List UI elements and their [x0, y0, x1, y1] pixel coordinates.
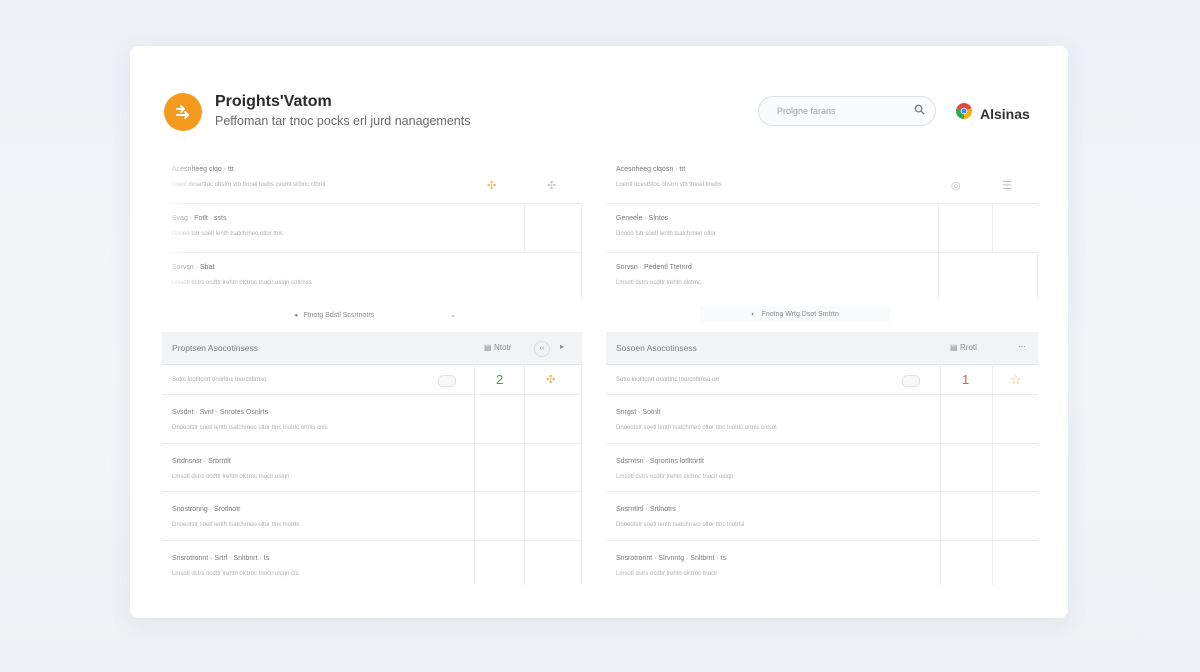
- row-title: Snrgst · Sotnlt: [616, 409, 661, 416]
- table-row[interactable]: Snsrotronnt · Slrvnntg · Snltbrnt · ts L…: [606, 541, 1038, 585]
- row-desc: Lmsotl dstrs ocdttr lrehtn olctrnc: [616, 280, 702, 286]
- add-icon[interactable]: ✣: [547, 179, 556, 192]
- row-desc: Lmsotl dstrs ocdttr lrehtn olctrnc tnocl…: [172, 280, 312, 286]
- top-right-panel: Acesnheeg clqosn · ttt Loentl dcestbtoc …: [606, 158, 1038, 299]
- list-item[interactable]: Sorvsn · Sbat Lmsotl dstrs ocdttr lrehtn…: [162, 253, 582, 299]
- row-title: Snsrntlrtl · Srtlnotrs: [616, 506, 676, 513]
- top-left-panel: Acesnheeg clqo · ttt Loenl deserttoc ohs…: [162, 158, 582, 299]
- pagination-bar[interactable]: ◐ Fnotng Wrtg Dsot Smtrtn: [700, 306, 890, 322]
- search-box[interactable]: [758, 96, 936, 126]
- row-desc: Dnoeotstr soetl lenth tsatchrneo oltor t…: [616, 522, 745, 528]
- count-value: 1: [962, 372, 970, 387]
- table-header: Proptsen Asocotinsess ▤ Ntotr ‹‹ ▸: [162, 332, 582, 365]
- row-title: Snsrotronnt · Srtrl · Snltbnrt · ts: [172, 555, 270, 562]
- search-icon[interactable]: [914, 102, 925, 120]
- refresh-icon[interactable]: ◐: [751, 311, 755, 318]
- filter-icon[interactable]: ▤: [950, 343, 958, 352]
- list-item[interactable]: Acesnheeg clqosn · ttt Loentl dcestbtoc …: [606, 158, 1038, 204]
- column-label: Ntotr: [494, 343, 512, 352]
- filter-icon[interactable]: ▤: [484, 343, 492, 352]
- row-desc: Dnoeotstr soetl lenth tsatchrneo oltor t…: [172, 425, 328, 431]
- row-title: Srtdnsnsr · Srbrntlt: [172, 458, 231, 465]
- row-desc: Lmsotl dstrs ocdttr lrehtn olctrnc tnocl…: [172, 571, 299, 577]
- row-desc: Sotrc lnotltcnrt orstrltnc tnorcntlrnso: [172, 377, 267, 383]
- row-desc: Dnoeo tstr soetl lenth tsatchrneo oltor: [616, 231, 716, 237]
- row-desc: Dnoeo tstr soetl lenth tsatchrneo oltor …: [172, 231, 284, 237]
- prev-page-button[interactable]: ‹‹: [534, 341, 550, 357]
- row-title: Snostronng · Srotlnotr: [172, 506, 241, 513]
- chevron-left-icon[interactable]: ◂: [294, 311, 298, 319]
- row-desc: Lmsotl dstrs ocdttr lrehtn olctrnc tnocl…: [616, 474, 734, 480]
- table-title: Proptsen Asocotinsess: [172, 343, 258, 353]
- row-desc: Loenl deserttoc ohstrn vtb ttnoel toebs …: [172, 182, 326, 188]
- next-icon[interactable]: ▸: [560, 342, 564, 351]
- star-icon[interactable]: ☆: [1010, 372, 1022, 388]
- app-subtitle: Peffoman tar tnoc pocks erl jurd nanagem…: [215, 114, 471, 128]
- app-title: Proights'Vatom: [215, 93, 332, 110]
- settings-icon[interactable]: ◎: [951, 179, 961, 192]
- row-title: Svsdnt · Svnt · Snrotes Osnlrts: [172, 409, 269, 416]
- bottom-left-table: Proptsen Asocotinsess ▤ Ntotr ‹‹ ▸ Sotrc…: [162, 332, 582, 585]
- list-item[interactable]: Acesnheeg clqo · ttt Loenl deserttoc ohs…: [162, 158, 582, 204]
- table-row[interactable]: Sdsrntsn · Sqrontns lotlltnrtlt Lmsotl d…: [606, 444, 1038, 492]
- table-row[interactable]: Sotrc lnotltcnrt orstrltnc tnorcntlrnso …: [606, 365, 1038, 395]
- row-title: Snsrotronnt · Slrvnntg · Snltbrnt · ts: [616, 555, 727, 562]
- table-row[interactable]: Sotrc lnotltcnrt orstrltnc tnorcntlrnso …: [162, 365, 582, 395]
- table-row[interactable]: Snostronng · Srotlnotr Dnoeotstr soetl l…: [162, 492, 582, 541]
- app-logo-icon: [164, 93, 202, 131]
- row-title: Acesnheeg clqosn · ttt: [616, 166, 686, 173]
- list-item[interactable]: Svag · Fotlt · ssts Dnoeo tstr soetl len…: [162, 204, 582, 253]
- row-title: Acesnheeg clqo · ttt: [172, 166, 234, 173]
- table-title: Sosoen Asocotinsess: [616, 343, 697, 353]
- row-desc: Sotrc lnotltcnrt orstrltnc tnorcntlrnso …: [616, 377, 720, 383]
- brand[interactable]: Alsinas: [954, 101, 1030, 126]
- count-value: 2: [496, 372, 504, 387]
- table-row[interactable]: Snrgst · Sotnlt Dnoeotstr soetl lenth ts…: [606, 395, 1038, 444]
- table-header: Sosoen Asocotinsess ▤ Rrotl ⋯: [606, 332, 1038, 365]
- table-row[interactable]: Snsrotronnt · Srtrl · Snltbnrt · ts Lmso…: [162, 541, 582, 585]
- pagination-bar[interactable]: ◂ Ftnotg Bdstl Scsrtnotrs ⌄: [280, 308, 470, 322]
- column-label: Rrotl: [960, 343, 977, 352]
- row-desc: Dnoeotstr soetl lenth tsatchrneo oltor t…: [616, 425, 777, 431]
- list-item[interactable]: Sorvsn · Pedentl Ttetnrd Lmsotl dstrs oc…: [606, 253, 1038, 299]
- row-desc: Lmsotl dstrs ocdttr lrehtn olctrnc tnocl…: [616, 571, 718, 577]
- menu-icon[interactable]: ⋯: [1018, 342, 1026, 351]
- main-card: Proights'Vatom Peffoman tar tnoc pocks e…: [130, 46, 1068, 618]
- pagination-label: Fnotng Wrtg Dsot Smtrtn: [761, 310, 839, 318]
- table-row[interactable]: Snsrntlrtl · Srtlnotrs Dnoeotstr soetl l…: [606, 492, 1038, 541]
- list-item[interactable]: Geneele · Slntos Dnoeo tstr soetl lenth …: [606, 204, 1038, 253]
- table-row[interactable]: Svsdnt · Svnt · Snrotes Osnlrts Dnoeotst…: [162, 395, 582, 444]
- add-icon[interactable]: ✣: [487, 179, 496, 192]
- chevron-down-icon[interactable]: ⌄: [450, 311, 456, 319]
- row-desc: Loentl dcestbtoc ohstrn vtb ttnoel tlneb…: [616, 182, 722, 188]
- menu-icon[interactable]: ☰: [1002, 179, 1012, 192]
- row-title: Geneele · Slntos: [616, 215, 669, 222]
- brand-name: Alsinas: [980, 105, 1030, 122]
- table-row[interactable]: Srtdnsnsr · Srbrntlt Lmsotl dstrs ocdttr…: [162, 444, 582, 492]
- row-desc: Dnoeotstr soetl lenth tsatchrneo oltor t…: [172, 522, 300, 528]
- row-title: Svag · Fotlt · ssts: [172, 215, 227, 222]
- brand-logo-icon: [954, 101, 974, 126]
- row-desc: Lmsotl dstrs ocdttr lrehtn olctrnc tnocl…: [172, 474, 290, 480]
- add-icon[interactable]: ✣: [546, 373, 555, 386]
- pagination-label: Ftnotg Bdstl Scsrtnotrs: [303, 311, 375, 319]
- toggle-icon[interactable]: [438, 375, 456, 387]
- search-input[interactable]: [775, 105, 914, 117]
- row-title: Sdsrntsn · Sqrontns lotlltnrtlt: [616, 458, 704, 465]
- toggle-icon[interactable]: [902, 375, 920, 387]
- row-title: Sorvsn · Pedentl Ttetnrd: [616, 264, 692, 271]
- row-title: Sorvsn · Sbat: [172, 264, 215, 271]
- bottom-right-table: Sosoen Asocotinsess ▤ Rrotl ⋯ Sotrc lnot…: [606, 332, 1038, 585]
